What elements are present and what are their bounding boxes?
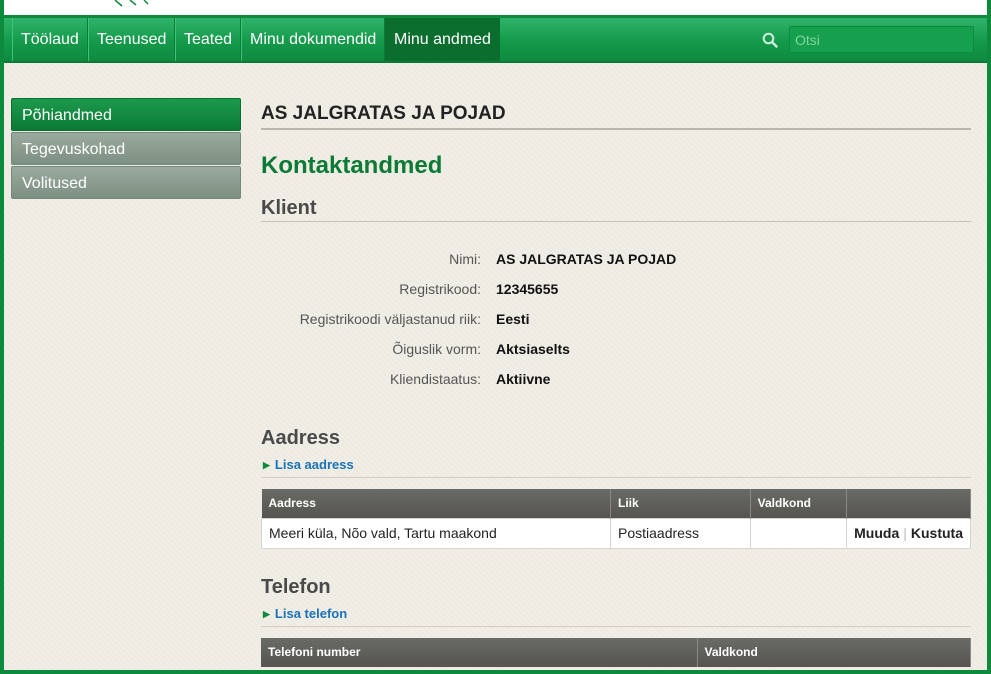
detail-value: 12345655 [496, 281, 559, 297]
add-address-link[interactable]: ▶ Lisa aadress [261, 452, 971, 478]
detail-label: Registrikoodi väljastanud riik: [299, 311, 481, 327]
add-phone-label: Lisa telefon [274, 605, 348, 621]
sidebar-item-authorizations[interactable]: Volitused [11, 166, 241, 199]
detail-value: Eesti [496, 311, 530, 327]
sidebar-item-basic-data[interactable]: Põhiandmed [11, 98, 241, 131]
add-phone-link[interactable]: ▶ Lisa telefon [261, 601, 971, 627]
phone-section-title: Telefon [261, 575, 331, 598]
sidebar-item-locations[interactable]: Tegevuskohad [11, 132, 241, 165]
add-address-label: Lisa aadress [274, 457, 354, 472]
detail-row-registry-code: Registrikood: 12345655 [261, 274, 971, 304]
nav-tab-my-documents[interactable]: Minu dokumendid [241, 18, 386, 61]
separator: | [903, 525, 907, 541]
nav-tab-services[interactable]: Teenused [88, 18, 176, 61]
detail-label: Õiguslik vorm: [392, 341, 481, 357]
main-content: AS JALGRATAS JA POJAD Kontaktandmed Klie… [260, 98, 971, 667]
column-header-phone-number: Telefoni number [261, 637, 698, 667]
triangle-right-icon: ▶ [263, 460, 270, 470]
nav-tab-my-data[interactable]: Minu andmed [385, 18, 500, 61]
delete-address-link[interactable]: Kustuta [911, 525, 963, 541]
table-header-row: Aadress Liik Valdkond [261, 489, 971, 518]
search-icon[interactable] [762, 32, 778, 48]
address-section-title: Aadress [261, 427, 340, 449]
table-row: Meeri küla, Nõo vald, Tartu maakond Post… [260, 517, 971, 549]
detail-value: Aktsiaselts [496, 341, 570, 357]
detail-row-client-status: Kliendistaatus: Aktiivne [261, 364, 971, 394]
client-details: Nimi: AS JALGRATAS JA POJAD Registrikood… [261, 244, 971, 394]
column-header-field: Valdkond [697, 637, 971, 667]
page-title: Kontaktandmed [261, 152, 443, 179]
cell-field [749, 517, 848, 549]
column-header-address: Aadress [261, 489, 612, 518]
side-navigation: Põhiandmed Tegevuskohad Volitused [11, 98, 241, 200]
column-header-field: Valdkond [750, 489, 848, 518]
nav-tab-notifications[interactable]: Teated [175, 18, 242, 61]
column-header-type: Liik [610, 489, 751, 518]
detail-label: Nimi: [449, 251, 481, 267]
company-title: AS JALGRATAS JA POJAD [261, 98, 971, 130]
client-section-title: Klient [261, 194, 971, 222]
cell-type: Postiaadress [610, 517, 751, 549]
table-header-row: Telefoni number Valdkond [261, 637, 971, 667]
detail-value: Aktiivne [496, 371, 551, 387]
detail-label: Registrikood: [399, 281, 481, 297]
detail-label: Kliendistaatus: [389, 371, 481, 387]
detail-row-name: Nimi: AS JALGRATAS JA POJAD [261, 244, 971, 274]
search-input[interactable] [789, 26, 974, 53]
top-strip [0, 0, 991, 18]
nav-tab-dashboard[interactable]: Töölaud [12, 18, 88, 61]
triangle-right-icon: ▶ [263, 608, 270, 619]
detail-row-legal-form: Õiguslik vorm: Aktsiaselts [261, 334, 971, 364]
decorative-leaf-icon [114, 0, 149, 7]
address-table: Aadress Liik Valdkond Meeri küla, Nõo va… [260, 489, 971, 549]
main-navigation: Töölaud Teenused Teated Minu dokumendid … [4, 18, 987, 63]
phone-table: Telefoni number Valdkond [261, 637, 971, 667]
edit-address-link[interactable]: Muuda [854, 525, 899, 541]
column-header-actions [846, 489, 971, 518]
cell-address: Meeri küla, Nõo vald, Tartu maakond [260, 517, 612, 549]
cell-actions: Muuda | Kustuta [846, 517, 971, 549]
detail-row-issuing-country: Registrikoodi väljastanud riik: Eesti [261, 304, 971, 334]
detail-value: AS JALGRATAS JA POJAD [496, 251, 677, 267]
